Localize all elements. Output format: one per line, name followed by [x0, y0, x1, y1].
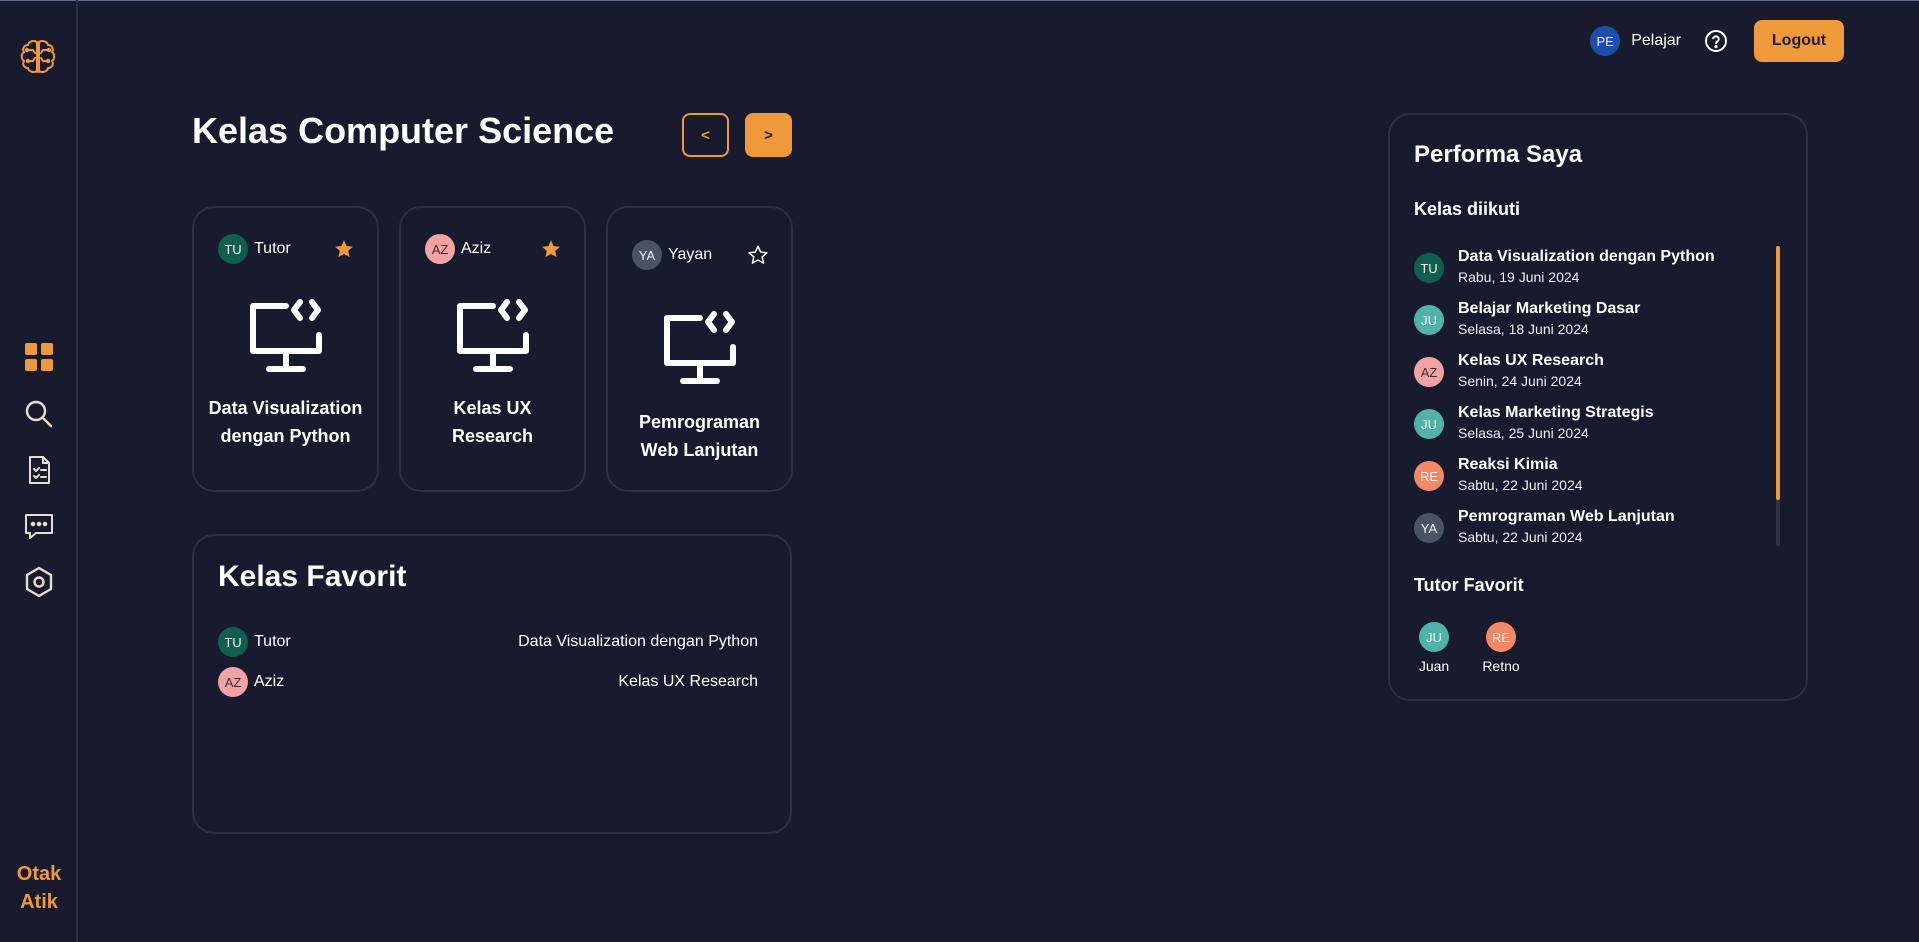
tutor-avatar: YA [632, 240, 662, 270]
computer-code-icon [663, 311, 736, 384]
class-date: Selasa, 25 Juni 2024 [1458, 425, 1589, 441]
tutor-name: Retno [1482, 658, 1520, 674]
page-title: Kelas Computer Science [192, 110, 615, 151]
favorite-tutor[interactable]: RE Retno [1476, 622, 1526, 674]
settings-icon[interactable] [22, 565, 56, 599]
list-item[interactable]: YA Pemrograman Web Lanjutan Sabtu, 22 Ju… [1414, 507, 1675, 549]
tutor-name: Juan [1418, 658, 1450, 674]
star-filled-icon[interactable] [333, 238, 355, 260]
favorite-tutor[interactable]: JU Juan [1409, 622, 1459, 674]
class-title: Data Visualization dengan Python [208, 398, 363, 446]
performance-panel: Performa Saya Kelas diikuti TU Data Visu… [1388, 113, 1808, 701]
followed-classes-list[interactable]: TU Data Visualization dengan Python Rabu… [1414, 247, 1784, 549]
list-item[interactable]: TU Data Visualization dengan Python Rabu… [1414, 247, 1715, 291]
star-outline-icon[interactable] [747, 244, 769, 266]
favorite-class-name: Kelas UX Research [618, 673, 758, 690]
brand-line-1: Otak [16, 863, 62, 885]
tutor-avatar: AZ [218, 667, 248, 697]
top-bar: PE Pelajar Logout [1590, 20, 1844, 62]
tutor-avatar: JU [1414, 305, 1444, 335]
class-date: Senin, 24 Juni 2024 [1458, 373, 1582, 389]
performance-title: Performa Saya [1414, 141, 1583, 168]
star-filled-icon[interactable] [540, 238, 562, 260]
class-name: Belajar Marketing Dasar [1458, 300, 1641, 317]
list-item[interactable]: AZ Kelas UX Research Senin, 24 Juni 2024 [1414, 351, 1604, 395]
scrollbar-track[interactable] [1776, 246, 1780, 546]
scrollbar-thumb[interactable] [1776, 246, 1780, 500]
brand-name: Otak Atik [0, 860, 78, 916]
class-name: Reaksi Kimia [1458, 456, 1558, 473]
favorite-class-row[interactable]: AZ Aziz Kelas UX Research [218, 666, 758, 698]
help-icon[interactable] [1704, 29, 1728, 53]
tutor-name: Tutor [254, 240, 291, 257]
followed-classes-label: Kelas diikuti [1414, 199, 1521, 219]
tutor-name: Aziz [254, 673, 285, 690]
class-date: Sabtu, 22 Juni 2024 [1458, 477, 1583, 493]
class-date: Sabtu, 22 Juni 2024 [1458, 529, 1583, 545]
favorite-class-name: Data Visualization dengan Python [518, 633, 758, 650]
class-date: Rabu, 19 Juni 2024 [1458, 269, 1580, 285]
tutor-name: Tutor [254, 633, 291, 650]
card-header: AZ Aziz [425, 234, 562, 264]
tutor-avatar: TU [218, 627, 248, 657]
checklist-icon[interactable] [22, 453, 56, 487]
class-name: Kelas Marketing Strategis [1458, 404, 1654, 421]
favorite-classes-title: Kelas Favorit [218, 560, 407, 593]
tutor-avatar: JU [1414, 409, 1444, 439]
favorite-class-row[interactable]: TU Tutor Data Visualization dengan Pytho… [218, 626, 758, 658]
prev-button[interactable]: < [682, 113, 729, 157]
computer-code-icon [249, 299, 322, 372]
tutor-avatar: TU [1414, 253, 1444, 283]
logout-button[interactable]: Logout [1754, 20, 1844, 62]
class-card[interactable]: AZ Aziz Kelas UX Research [399, 206, 586, 492]
list-item[interactable]: RE Reaksi Kimia Sabtu, 22 Juni 2024 [1414, 455, 1583, 499]
class-title: Kelas UX Research [451, 398, 534, 446]
tutor-name: Aziz [461, 240, 492, 257]
search-icon[interactable] [22, 397, 56, 431]
computer-code-icon [456, 299, 529, 372]
brain-logo-icon[interactable] [16, 36, 60, 80]
favorite-tutors-label: Tutor Favorit [1414, 575, 1524, 595]
tutor-avatar: RE [1486, 622, 1516, 652]
tutor-name: Yayan [668, 246, 713, 263]
chat-icon[interactable] [22, 509, 56, 543]
favorite-classes-panel: Kelas Favorit TU Tutor Data Visualizatio… [192, 534, 792, 834]
card-header: TU Tutor [218, 234, 355, 264]
user-name[interactable]: Pelajar [1631, 32, 1681, 50]
class-name: Data Visualization dengan Python [1458, 248, 1715, 265]
class-date: Selasa, 18 Juni 2024 [1458, 321, 1589, 337]
next-button[interactable]: > [745, 113, 792, 157]
user-avatar[interactable]: PE [1590, 26, 1621, 56]
class-name: Kelas UX Research [1458, 352, 1604, 369]
tutor-avatar: YA [1414, 513, 1444, 543]
tutor-avatar: AZ [425, 234, 455, 264]
tutor-avatar: RE [1414, 461, 1444, 491]
brand-line-2: Atik [20, 891, 58, 913]
sidebar: Otak Atik [0, 0, 78, 942]
list-item[interactable]: JU Kelas Marketing Strategis Selasa, 25 … [1414, 403, 1654, 447]
class-card[interactable]: TU Tutor Data Visualization dengan Pytho… [192, 206, 379, 492]
class-title: Pemrograman Web Lanjutan [638, 412, 761, 460]
class-card[interactable]: YA Yayan Pemrograman Web Lanjutan [606, 206, 793, 492]
tutor-avatar: AZ [1414, 357, 1444, 387]
class-name: Pemrograman Web Lanjutan [1458, 508, 1675, 525]
card-header: YA Yayan [632, 240, 769, 270]
list-item[interactable]: JU Belajar Marketing Dasar Selasa, 18 Ju… [1414, 299, 1640, 343]
tutor-avatar: JU [1419, 622, 1449, 652]
dashboard-grid-icon[interactable] [22, 340, 56, 374]
tutor-avatar: TU [218, 234, 248, 264]
top-border [0, 0, 1919, 1]
